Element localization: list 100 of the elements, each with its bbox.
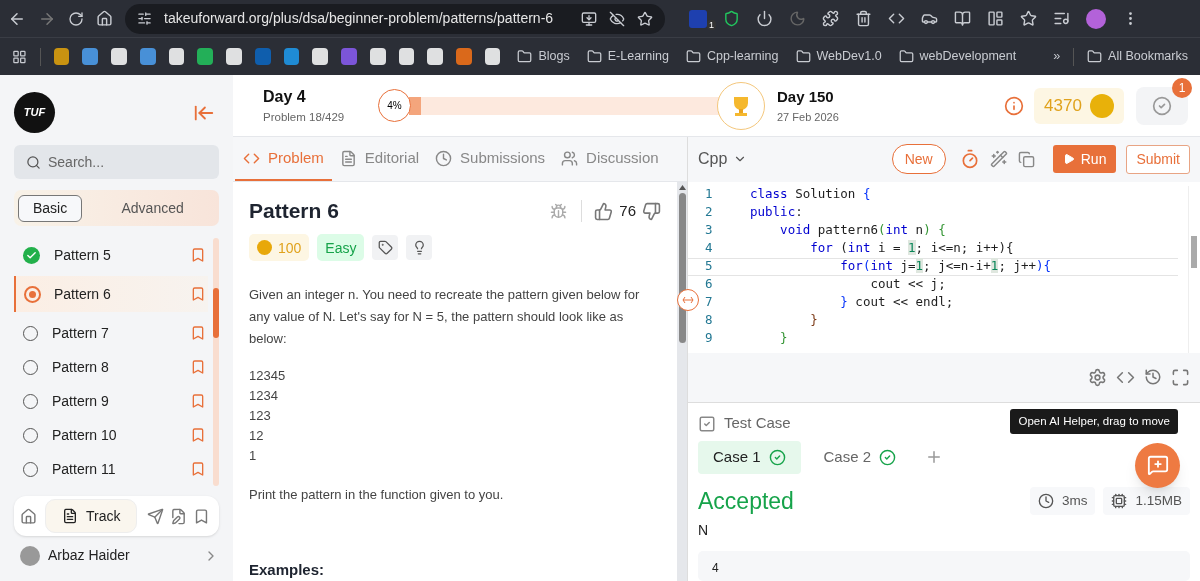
site-settings-icon: [137, 11, 152, 26]
bookmark-icon: [190, 461, 206, 477]
site-icon[interactable]: [168, 48, 185, 65]
line-number: 3: [704, 221, 714, 240]
tags-button[interactable]: [372, 235, 399, 260]
document-icon: [62, 508, 78, 524]
install-icon[interactable]: [581, 10, 597, 27]
media-icon[interactable]: [1053, 10, 1070, 27]
code-line: public:: [750, 203, 803, 222]
history-icon[interactable]: [1144, 368, 1162, 387]
user-name[interactable]: Arbaz Haider: [48, 545, 195, 566]
ai-helper-button[interactable]: [1135, 442, 1180, 488]
code-line: }: [809, 311, 818, 330]
more-bookmarks[interactable]: »: [1053, 47, 1061, 66]
magic-wand-icon[interactable]: [989, 150, 1008, 169]
send-icon[interactable]: [147, 507, 165, 525]
extensions-icon[interactable]: [822, 10, 839, 27]
home-icon[interactable]: [96, 10, 113, 27]
power-icon[interactable]: [756, 10, 773, 27]
case-tab[interactable]: Case 1: [698, 440, 801, 474]
extension-badge: 1: [707, 19, 716, 30]
fullscreen-icon[interactable]: [1171, 367, 1190, 387]
reload-icon[interactable]: [68, 10, 84, 27]
copy-icon[interactable]: [1017, 150, 1035, 168]
problem-item[interactable]: Pattern 6: [14, 276, 208, 312]
case-tab[interactable]: Case 2: [808, 440, 912, 474]
problem-title: Pattern 8: [52, 357, 110, 377]
examples-heading: Examples:: [249, 560, 325, 580]
search-field[interactable]: Search...: [14, 145, 219, 179]
scroll-thumb[interactable]: [678, 193, 686, 343]
coin-count: 4370: [1044, 94, 1082, 117]
bookmark-folder[interactable]: webDevelopment: [898, 47, 1017, 66]
problem-title: Pattern 6: [54, 284, 112, 304]
moon-icon[interactable]: [789, 10, 806, 27]
home-icon[interactable]: [20, 507, 37, 525]
bug-icon[interactable]: [550, 202, 568, 220]
clock-icon: [1037, 492, 1054, 509]
panel-icon[interactable]: [987, 10, 1004, 27]
site-icon[interactable]: [484, 48, 501, 65]
site-icon[interactable]: [111, 48, 127, 65]
eye-off-icon[interactable]: [609, 10, 625, 27]
bookmark-icon: [190, 427, 206, 443]
problem-item[interactable]: Pattern 10: [14, 418, 208, 452]
problem-item[interactable]: Pattern 5: [14, 238, 208, 272]
like-icon[interactable]: [594, 201, 614, 221]
address-bar[interactable]: takeuforward.org/plus/dsa/beginner-problem/patterns/pattern-6: [125, 3, 665, 34]
goal-day: Day 150: [777, 86, 1004, 109]
pattern-line: 12345: [249, 367, 287, 385]
clock-icon: [435, 149, 453, 167]
coin-icon: [257, 240, 272, 255]
profile-avatar[interactable]: [1086, 8, 1106, 29]
like-count: 76: [619, 201, 636, 221]
favorites-icon[interactable]: [1020, 10, 1037, 27]
bookmark-icon: [190, 286, 206, 302]
problem-item[interactable]: Pattern 9: [14, 384, 208, 418]
mode-tab[interactable]: Advanced: [90, 194, 215, 222]
site-icon[interactable]: [197, 48, 214, 65]
site-icon[interactable]: [427, 48, 443, 65]
checkbox-icon: [698, 414, 716, 433]
coin-reward: 100: [249, 234, 310, 261]
trash-icon[interactable]: [855, 10, 872, 27]
line-number: 1: [704, 185, 714, 204]
settings-icon[interactable]: [1088, 367, 1107, 387]
language-select[interactable]: Cpp: [698, 147, 882, 172]
problem-item[interactable]: Pattern 8: [14, 350, 208, 384]
scroll-thumb[interactable]: [213, 288, 219, 338]
folder-icon: [898, 49, 914, 64]
site-icon[interactable]: [369, 48, 386, 65]
bookmark-folder[interactable]: Blogs: [517, 47, 570, 66]
mode-tab[interactable]: Basic: [18, 194, 83, 222]
problem-item[interactable]: Pattern 11: [14, 452, 208, 486]
all-bookmarks[interactable]: All Bookmarks: [1087, 47, 1188, 66]
chip-icon: [1111, 492, 1128, 509]
bookmark-folder[interactable]: Cpp-learning: [685, 47, 779, 66]
bookmark-icon: [190, 247, 206, 263]
reading-icon[interactable]: [954, 10, 971, 27]
hint-button[interactable]: [406, 235, 433, 260]
star-icon[interactable]: [637, 10, 653, 27]
dislike-icon[interactable]: [642, 201, 661, 221]
bookmark-icon: [190, 393, 206, 409]
scroll-up-icon[interactable]: [678, 185, 686, 190]
user-avatar[interactable]: [20, 545, 40, 566]
folder-icon: [517, 49, 533, 64]
shield-icon[interactable]: [723, 10, 740, 27]
site-icon[interactable]: [226, 48, 242, 65]
logo[interactable]: TUF: [14, 92, 55, 133]
document-icon: [339, 149, 357, 167]
line-number: 5: [704, 257, 714, 276]
apps-icon[interactable]: [12, 48, 27, 65]
scroll-thumb[interactable]: [1191, 235, 1197, 268]
site-icon[interactable]: [398, 48, 415, 65]
bookmark-folder[interactable]: WebDev1.0: [795, 47, 882, 66]
problem-count: Problem 18/429: [263, 109, 346, 125]
bookmark-icon: [190, 359, 206, 375]
site-icon[interactable]: [312, 48, 329, 65]
site-icon[interactable]: [53, 48, 70, 65]
bookmark-folder[interactable]: E-Learning: [586, 47, 669, 66]
edit-file-icon[interactable]: [170, 507, 188, 525]
problem-item[interactable]: Pattern 7: [14, 316, 208, 350]
track-button[interactable]: Track: [45, 499, 138, 533]
